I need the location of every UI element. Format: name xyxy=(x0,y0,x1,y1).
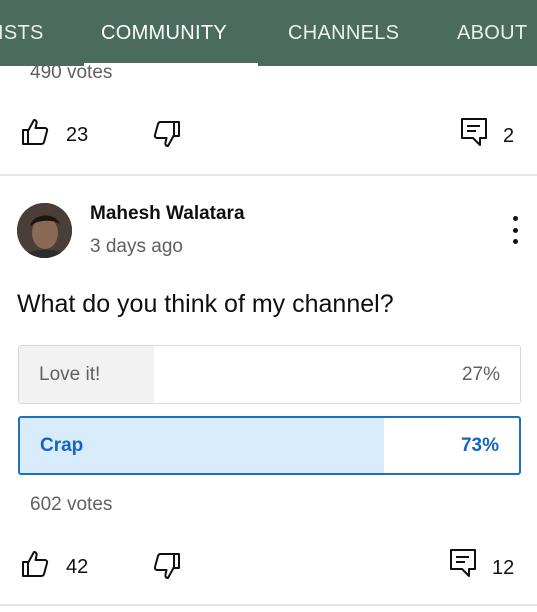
tab-community[interactable]: COMMUNITY xyxy=(101,0,227,66)
post1-like-count: 23 xyxy=(66,124,89,146)
post1-vote-count: 490 votes xyxy=(30,62,113,83)
post-divider xyxy=(0,604,537,606)
post1-comments-button[interactable] xyxy=(460,117,488,147)
tab-about[interactable]: ABOUT xyxy=(457,0,527,66)
thumb-up-icon xyxy=(22,119,49,145)
poll-option-percent: 73% xyxy=(460,434,499,456)
post-author-name[interactable]: Mahesh Walatara xyxy=(90,203,245,225)
post-timestamp: 3 days ago xyxy=(90,236,183,257)
poll-option-crap[interactable]: Crap 73% xyxy=(18,416,521,475)
avatar[interactable] xyxy=(17,203,72,258)
thumb-up-icon xyxy=(22,551,49,577)
poll-option-label: Crap xyxy=(40,434,84,456)
tab-playlists[interactable]: ISTS xyxy=(0,0,44,66)
post2-like-button[interactable] xyxy=(21,550,49,578)
poll-option-percent: 27% xyxy=(461,363,500,385)
channel-tab-bar: ISTS COMMUNITY CHANNELS ABOUT xyxy=(0,0,537,66)
post2-comments-button[interactable] xyxy=(449,548,477,578)
post1-dislike-button[interactable] xyxy=(153,120,181,148)
post2-vote-count: 602 votes xyxy=(30,494,113,515)
poll-question: What do you think of my channel? xyxy=(17,290,394,318)
poll-option-label: Love it! xyxy=(39,363,101,385)
thumb-down-icon xyxy=(153,121,180,147)
post2-comment-count: 12 xyxy=(492,557,515,579)
poll-option-love-it[interactable]: Love it! 27% xyxy=(18,345,521,404)
comment-icon xyxy=(461,118,487,146)
comment-icon xyxy=(450,549,476,577)
thumb-down-icon xyxy=(153,553,180,579)
post2-dislike-button[interactable] xyxy=(153,552,181,580)
post2-like-count: 42 xyxy=(66,556,89,578)
post1-comment-count: 2 xyxy=(503,125,515,147)
more-vert-icon[interactable] xyxy=(504,214,526,246)
post-divider xyxy=(0,174,537,176)
post1-like-button[interactable] xyxy=(21,118,49,146)
tab-channels[interactable]: CHANNELS xyxy=(288,0,399,66)
